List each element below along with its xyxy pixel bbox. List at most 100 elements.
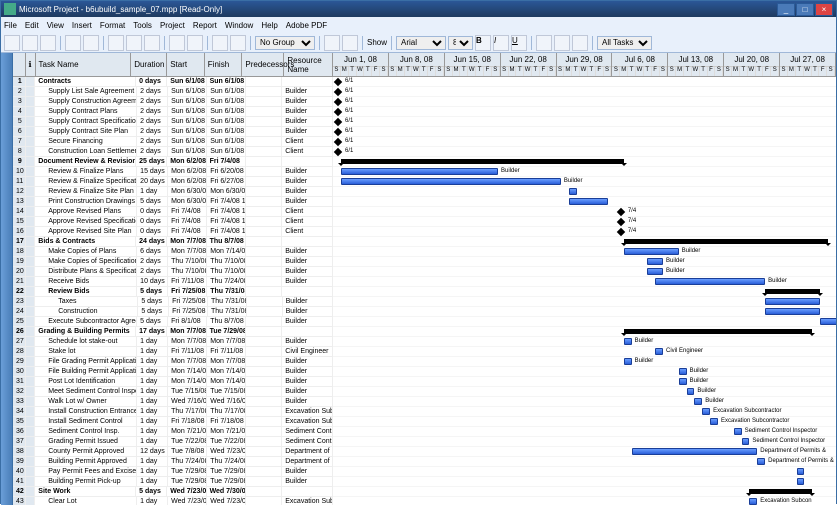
gantt-bar[interactable] [757, 458, 765, 465]
gantt-row[interactable] [333, 297, 836, 307]
gantt-bar[interactable] [624, 358, 632, 365]
gantt-row[interactable]: 7/4 [333, 227, 836, 237]
table-row[interactable]: 15Approve Revised Specifications0 daysFr… [13, 217, 333, 227]
zoom-out-icon[interactable] [342, 35, 358, 51]
table-row[interactable]: 37Grading Permit Issued1 dayTue 7/22/08T… [13, 437, 333, 447]
redo-icon[interactable] [187, 35, 203, 51]
table-row[interactable]: 25Execute Subcontractor Agreements5 days… [13, 317, 333, 327]
gantt-row[interactable]: Builder [333, 277, 836, 287]
gantt-row[interactable] [333, 487, 836, 497]
gantt-bar[interactable] [624, 248, 679, 255]
table-row[interactable]: 5Supply Contract Specifications2 daysSun… [13, 117, 333, 127]
underline-icon[interactable]: U [511, 35, 527, 51]
gantt-bar[interactable] [341, 178, 561, 185]
table-row[interactable]: 14Approve Revised Plans0 daysFri 7/4/08F… [13, 207, 333, 217]
table-row[interactable]: 20Distribute Plans & Specifications2 day… [13, 267, 333, 277]
gantt-bar[interactable] [679, 378, 687, 385]
new-icon[interactable] [4, 35, 20, 51]
gantt-row[interactable]: Builder [333, 177, 836, 187]
table-row[interactable]: 3Supply Construction Agreement2 daysSun … [13, 97, 333, 107]
gantt-row[interactable]: Excavation Subcontractor [333, 417, 836, 427]
gantt-row[interactable] [333, 287, 836, 297]
gantt-row[interactable] [333, 197, 836, 207]
table-row[interactable]: 29File Grading Permit Application1 dayMo… [13, 357, 333, 367]
zoom-in-icon[interactable] [324, 35, 340, 51]
align-right-icon[interactable] [572, 35, 588, 51]
gantt-row[interactable]: Builder [333, 267, 836, 277]
table-row[interactable]: 2Supply List Sale Agreement2 daysSun 6/1… [13, 87, 333, 97]
gantt-bar[interactable] [694, 398, 702, 405]
size-select[interactable]: 8 [448, 36, 473, 50]
col-start[interactable]: Start [167, 53, 205, 76]
table-row[interactable]: 8Construction Loan Settlement2 daysSun 6… [13, 147, 333, 157]
table-row[interactable]: 26Grading & Building Permits17 daysMon 7… [13, 327, 333, 337]
col-pred[interactable]: Predecessors [242, 53, 284, 76]
gantt-row[interactable]: Sediment Control Inspector [333, 427, 836, 437]
table-row[interactable]: 40Pay Permit Fees and Excise Taxes1 dayT… [13, 467, 333, 477]
gantt-row[interactable]: 6/1 [333, 77, 836, 87]
gantt-row[interactable]: Department of Permits & [333, 457, 836, 467]
close-button[interactable]: × [815, 3, 833, 16]
gantt-bar[interactable] [710, 418, 718, 425]
gantt-row[interactable]: 7/4 [333, 207, 836, 217]
undo-icon[interactable] [169, 35, 185, 51]
preview-icon[interactable] [83, 35, 99, 51]
unlink-icon[interactable] [230, 35, 246, 51]
gantt-bar[interactable] [655, 348, 663, 355]
gantt-row[interactable]: Civil Engineer [333, 347, 836, 357]
table-row[interactable]: 21Receive Bids10 daysFri 7/11/08Thu 7/24… [13, 277, 333, 287]
menu-format[interactable]: Format [100, 21, 125, 30]
gantt-row[interactable] [333, 317, 836, 327]
maximize-button[interactable]: □ [796, 3, 814, 16]
menu-insert[interactable]: Insert [72, 21, 92, 30]
gantt-row[interactable] [333, 237, 836, 247]
gantt-row[interactable]: Builder [333, 377, 836, 387]
gantt-bar[interactable] [569, 198, 608, 205]
col-duration[interactable]: Duration [131, 53, 167, 76]
table-row[interactable]: 7Secure Financing2 daysSun 6/1/08Sun 6/1… [13, 137, 333, 147]
gantt-row[interactable]: Excavation Subcontractor [333, 407, 836, 417]
gantt-row[interactable]: 6/1 [333, 127, 836, 137]
table-row[interactable]: 35Install Sediment Control1 dayFri 7/18/… [13, 417, 333, 427]
col-resource[interactable]: Resource Name [284, 53, 333, 76]
show-label[interactable]: Show [367, 38, 387, 47]
menu-edit[interactable]: Edit [25, 21, 39, 30]
gantt-row[interactable]: Builder [333, 387, 836, 397]
gantt-row[interactable]: 6/1 [333, 117, 836, 127]
save-icon[interactable] [40, 35, 56, 51]
align-left-icon[interactable] [536, 35, 552, 51]
gantt-row[interactable]: Builder [333, 337, 836, 347]
table-row[interactable]: 6Supply Contract Site Plan2 daysSun 6/1/… [13, 127, 333, 137]
gantt-bar[interactable] [797, 478, 805, 485]
gantt-bar[interactable] [765, 308, 820, 315]
gantt-bar[interactable] [655, 278, 765, 285]
col-taskname[interactable]: Task Name [36, 53, 132, 76]
table-row[interactable]: 9Document Review & Revision25 daysMon 6/… [13, 157, 333, 167]
gantt-bar[interactable] [647, 268, 663, 275]
menu-project[interactable]: Project [160, 21, 185, 30]
table-row[interactable]: 11Review & Finalize Specifications20 day… [13, 177, 333, 187]
table-row[interactable]: 31Post Lot Identification1 dayMon 7/14/0… [13, 377, 333, 387]
table-row[interactable]: 1Contracts0 daysSun 6/1/08Sun 6/1/08 [13, 77, 333, 87]
gantt-bar[interactable] [341, 168, 498, 175]
copy-icon[interactable] [126, 35, 142, 51]
menu-adobe[interactable]: Adobe PDF [286, 21, 327, 30]
font-select[interactable]: Arial [396, 36, 446, 50]
paste-icon[interactable] [144, 35, 160, 51]
gantt-row[interactable] [333, 307, 836, 317]
gantt-row[interactable]: Sediment Control Inspector [333, 437, 836, 447]
align-center-icon[interactable] [554, 35, 570, 51]
gantt-row[interactable]: Builder [333, 257, 836, 267]
link-icon[interactable] [212, 35, 228, 51]
table-row[interactable]: 36Sediment Control Insp.1 dayMon 7/21/08… [13, 427, 333, 437]
gantt-row[interactable]: 6/1 [333, 137, 836, 147]
table-row[interactable]: 23Taxes5 daysFri 7/25/08Thu 7/31/08 21Bu… [13, 297, 333, 307]
gantt-row[interactable]: 6/1 [333, 147, 836, 157]
minimize-button[interactable]: _ [777, 3, 795, 16]
gantt-row[interactable]: Builder [333, 367, 836, 377]
table-row[interactable]: 30File Building Permit Application1 dayM… [13, 367, 333, 377]
bold-icon[interactable]: B [475, 35, 491, 51]
view-bar[interactable] [1, 53, 13, 505]
gantt-row[interactable] [333, 327, 836, 337]
table-row[interactable]: 12Review & Finalize Site Plan1 dayMon 6/… [13, 187, 333, 197]
